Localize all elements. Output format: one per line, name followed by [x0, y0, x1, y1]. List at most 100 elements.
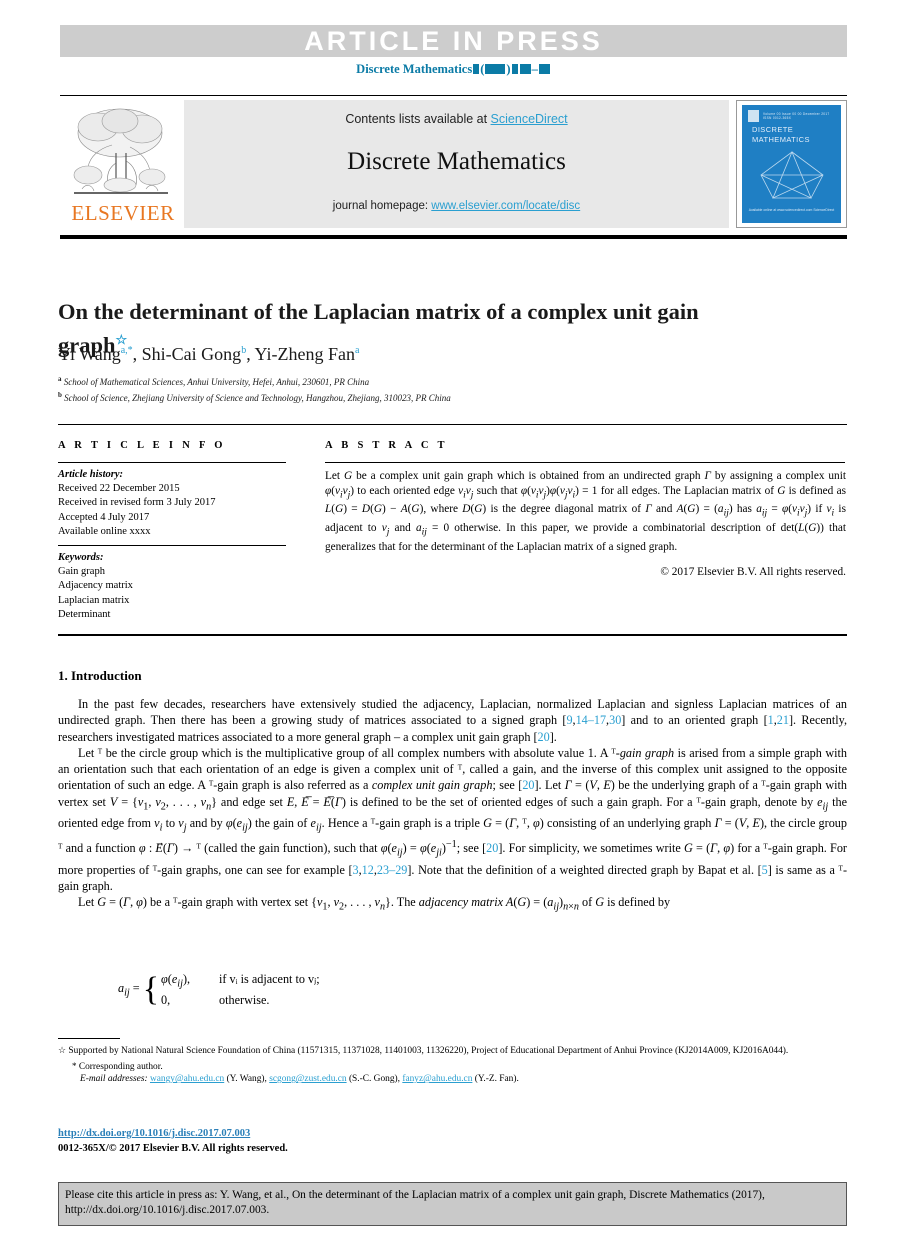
footnote-funding: ☆ Supported by National Natural Science … — [58, 1044, 847, 1058]
cover-issue-line: Volume 00 Issue 00 00 December 2017 ISSN… — [763, 112, 830, 120]
elsevier-tree-icon — [73, 108, 168, 194]
info-band-rule-top — [58, 424, 847, 425]
keyword-item: Determinant — [58, 608, 111, 620]
keywords-label: Keywords: — [58, 552, 104, 563]
equation-case-1-value: φ(eij), — [161, 972, 191, 990]
doi-link[interactable]: http://dx.doi.org/10.1016/j.disc.2017.07… — [58, 1128, 250, 1139]
history-item: Received in revised form 3 July 2017 — [58, 497, 216, 509]
cover-pentagram-icon — [760, 150, 824, 199]
article-history-label: Article history: — [58, 469, 124, 480]
redacted-pages-end-block — [538, 64, 550, 74]
cover-inner: Volume 00 Issue 00 00 December 2017 ISSN… — [742, 105, 841, 223]
issn-copyright-line: 0012-365X/© 2017 Elsevier B.V. All right… — [58, 1143, 288, 1154]
affiliation-b-text: School of Science, Zhejiang University o… — [64, 392, 451, 403]
cover-footer-text: Available online at www.sciencedirect.co… — [748, 208, 835, 212]
equation-case-2: 0, otherwise. — [161, 993, 269, 1007]
article-in-press-banner: ARTICLE IN PRESS — [60, 25, 847, 57]
abstract-heading: A B S T R A C T — [325, 440, 448, 451]
cover-elsevier-mark-icon — [748, 110, 759, 122]
article-in-press-label: ARTICLE IN PRESS — [304, 26, 603, 56]
cover-topbar: Volume 00 Issue 00 00 December 2017 ISSN… — [748, 110, 834, 122]
email-link-fan[interactable]: fanyz@ahu.edu.cn — [402, 1074, 472, 1084]
email-link-gong[interactable]: scgong@zust.edu.cn — [269, 1074, 346, 1084]
email-link-wang[interactable]: wangy@ahu.edu.cn — [150, 1074, 224, 1084]
equation-case-2-condition: otherwise. — [219, 993, 270, 1008]
citation-text: Please cite this article in press as: Y.… — [65, 1189, 765, 1216]
author-affil-marker-b[interactable]: b — [241, 345, 246, 356]
email-person-fan: (Y.-Z. Fan) — [474, 1074, 517, 1085]
funding-symbol-icon: ☆ — [58, 1045, 67, 1055]
header-rule-bottom — [60, 235, 847, 239]
redacted-volume-block — [473, 64, 480, 74]
affiliation-mark-b: b — [58, 390, 62, 399]
journal-header: ELSEVIER Contents lists available at Sci… — [60, 100, 847, 230]
sciencedirect-link[interactable]: ScienceDirect — [491, 112, 568, 126]
keywords-block: Keywords: Gain graph Adjacency matrix La… — [58, 551, 293, 622]
history-item: Received 22 December 2015 — [58, 483, 180, 495]
section-heading-introduction: 1. Introduction — [58, 668, 142, 683]
cover-journal-title: DISCRETE MATHEMATICS — [752, 125, 810, 144]
equation-case-1-condition: if vᵢ is adjacent to vⱼ; — [219, 972, 320, 986]
keywords-rule — [58, 545, 286, 546]
article-history: Article history: Received 22 December 20… — [58, 468, 293, 539]
journal-homepage-line: journal homepage: www.elsevier.com/locat… — [184, 200, 729, 212]
masthead-journal-line: Discrete Mathematics() – — [60, 62, 847, 77]
history-item: Accepted 4 July 2017 — [58, 511, 150, 523]
paragraph-3: Let G = (Γ, φ) be a ᵀ-gain graph with ve… — [78, 895, 671, 913]
author-affil-marker-a2[interactable]: a — [355, 345, 359, 356]
citation-box: Please cite this article in press as: Y.… — [58, 1182, 847, 1226]
abstract-heading-rule — [325, 462, 845, 463]
paragraph-2: Let ᵀ be the circle group which is the m… — [58, 745, 848, 893]
info-heading-rule — [58, 462, 286, 463]
article-page: ARTICLE IN PRESS Discrete Mathematics() – — [0, 0, 907, 1238]
equation-lhs: aij = — [118, 981, 143, 999]
affiliation-a-text: School of Mathematical Sciences, Anhui U… — [63, 377, 370, 387]
journal-title: Discrete Mathematics — [347, 148, 566, 175]
masthead-journal-name: Discrete Mathematics — [356, 62, 473, 76]
keyword-item: Laplacian matrix — [58, 594, 130, 606]
journal-homepage-link[interactable]: www.elsevier.com/locate/disc — [431, 200, 580, 212]
corresponding-symbol-icon: * — [72, 1060, 77, 1071]
history-item: Available online xxxx — [58, 525, 151, 537]
footnotes-block: ☆ Supported by National Natural Science … — [58, 1044, 847, 1086]
keyword-item: Adjacency matrix — [58, 580, 133, 592]
contents-available-line: Contents lists available at ScienceDirec… — [184, 112, 729, 126]
equation-case-1: φ(eij), if vᵢ is adjacent to vⱼ; — [161, 972, 320, 989]
redacted-issue-block — [511, 64, 518, 74]
redacted-year-block — [485, 64, 506, 74]
footnote-corresponding-text: Corresponding author. — [78, 1061, 163, 1072]
keyword-item: Gain graph — [58, 566, 105, 578]
footnote-rule — [58, 1038, 120, 1039]
affiliation-mark-a: a — [58, 375, 62, 383]
footnote-emails: E-mail addresses: wangy@ahu.edu.cn (Y. W… — [80, 1074, 519, 1085]
elsevier-wordmark: ELSEVIER — [71, 201, 175, 225]
contents-available-text: Contents lists available at — [345, 112, 491, 126]
email-label: E-mail addresses: — [80, 1074, 148, 1085]
equation-brace: { — [142, 970, 160, 1008]
paragraph-1: In the past few decades, researchers hav… — [58, 697, 847, 744]
journal-contents-box: Contents lists available at ScienceDirec… — [184, 100, 729, 228]
footnote-corresponding: * Corresponding author. — [58, 1060, 847, 1074]
redacted-pages-start-block — [519, 64, 531, 74]
equation-cases: φ(eij), if vᵢ is adjacent to vⱼ; 0, otherw… — [161, 971, 320, 1008]
author-affil-marker-a[interactable]: a,* — [121, 345, 133, 356]
affiliation-list: a School of Mathematical Sciences, Anhui… — [58, 373, 758, 404]
abstract-copyright: © 2017 Elsevier B.V. All rights reserved… — [660, 566, 846, 578]
elsevier-logo: ELSEVIER — [60, 100, 182, 230]
equation-case-2-value: 0, — [161, 993, 171, 1008]
body-content: In the past few decades, researchers hav… — [58, 696, 847, 916]
article-info-heading: A R T I C L E I N F O — [58, 440, 226, 451]
equation-row: aij = { φ(eij), if vᵢ is adjacent to vⱼ; … — [118, 971, 320, 1008]
adjacency-matrix-equation: aij = { φ(eij), if vᵢ is adjacent to vⱼ; … — [118, 971, 320, 1008]
footnote-funding-text: Supported by National Natural Science Fo… — [68, 1046, 789, 1056]
email-person-gong: (S.-C. Gong) — [348, 1074, 398, 1085]
email-person-wang: (Y. Wang) — [226, 1074, 265, 1085]
abstract-text: Let G be a complex unit gain graph which… — [325, 470, 846, 554]
info-band-rule-bottom — [58, 634, 847, 636]
journal-cover-thumbnail[interactable]: Volume 00 Issue 00 00 December 2017 ISSN… — [736, 100, 847, 228]
affiliation-b: b School of Science, Zhejiang University… — [58, 389, 758, 405]
homepage-label: journal homepage: — [332, 200, 432, 212]
affiliation-a: a School of Mathematical Sciences, Anhui… — [58, 373, 758, 389]
author-list: Yi Wanga,*, Shi-Cai Gongb, Yi-Zheng Fana — [58, 344, 360, 364]
header-rule-top — [60, 95, 847, 96]
